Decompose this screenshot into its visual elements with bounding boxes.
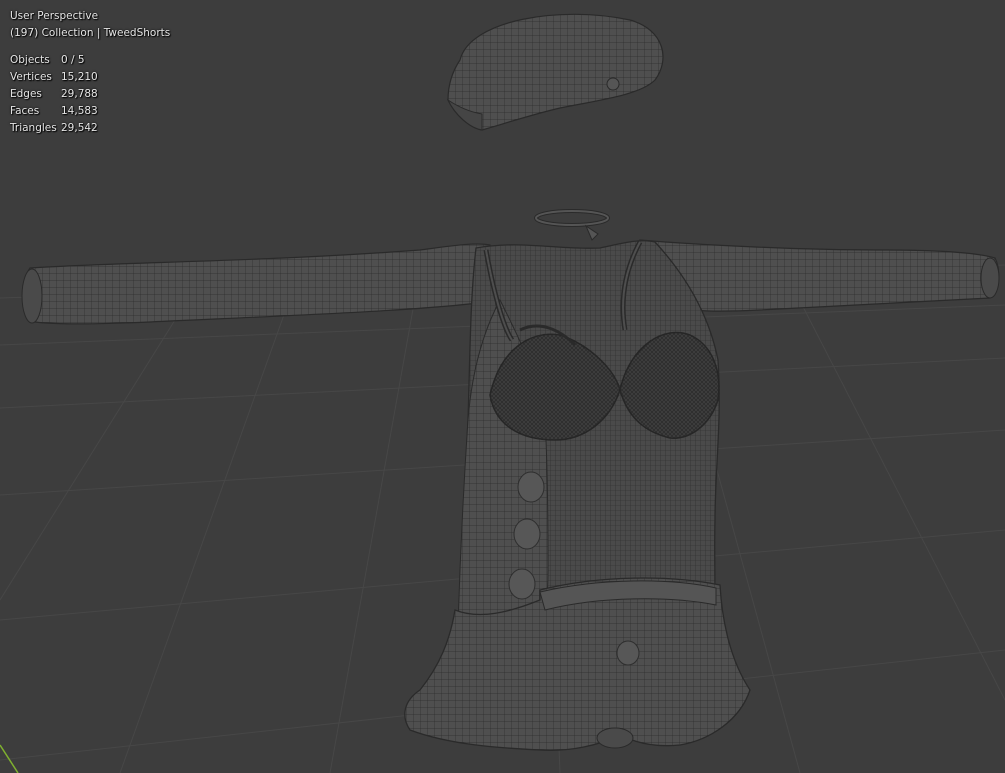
3d-viewport[interactable]: User Perspective (197) Collection | Twee… bbox=[0, 0, 1005, 773]
stat-row-faces: Faces 14,583 bbox=[10, 103, 98, 120]
stat-label: Triangles bbox=[10, 122, 57, 134]
stat-label: Edges bbox=[10, 88, 42, 100]
stat-row-triangles: Triangles 29,542 bbox=[10, 120, 98, 137]
stat-label: Faces bbox=[10, 105, 40, 117]
stat-value: 14,583 bbox=[61, 105, 98, 117]
stat-label: Vertices bbox=[10, 71, 52, 83]
stat-value: 29,542 bbox=[61, 122, 98, 134]
stat-row-objects: Objects 0 / 5 bbox=[10, 52, 98, 69]
choker-mesh-icon[interactable] bbox=[534, 209, 610, 241]
stat-row-vertices: Vertices 15,210 bbox=[10, 69, 98, 86]
stat-value: 29,788 bbox=[61, 88, 98, 100]
scene-statistics: Objects 0 / 5 Vertices 15,210 Edges 29,7… bbox=[10, 52, 98, 137]
jacket-mesh-icon[interactable] bbox=[21, 239, 1000, 636]
beret-mesh-icon[interactable] bbox=[446, 13, 664, 131]
viewport-info-overlay: User Perspective (197) Collection | Twee… bbox=[10, 8, 170, 137]
overlay-spacer bbox=[10, 42, 170, 52]
perspective-label: User Perspective bbox=[10, 10, 99, 22]
shorts-mesh-icon[interactable] bbox=[404, 577, 751, 751]
collection-label: (197) Collection | TweedShorts bbox=[10, 27, 171, 39]
stat-label: Objects bbox=[10, 54, 50, 66]
stat-value: 0 / 5 bbox=[61, 54, 85, 66]
stat-value: 15,210 bbox=[61, 71, 98, 83]
stat-row-edges: Edges 29,788 bbox=[10, 86, 98, 103]
x-axis-line bbox=[0, 744, 19, 773]
